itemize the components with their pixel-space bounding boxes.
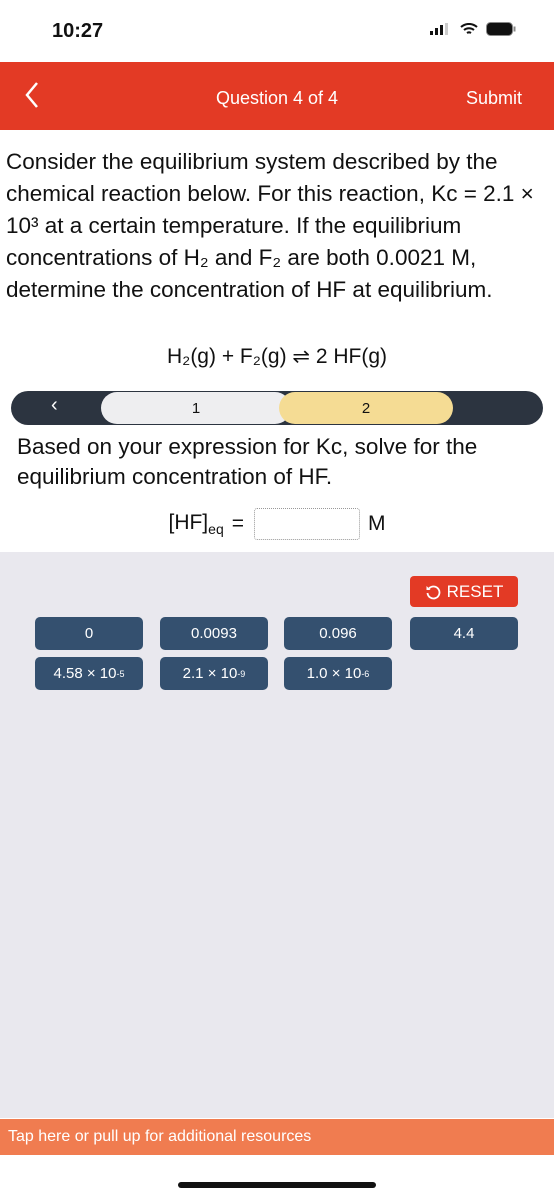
step-2-tab[interactable]: 2 — [279, 392, 453, 424]
tile-base: 4.58 × 10 — [53, 665, 117, 682]
reaction-equation: H₂(g) + F₂(g) ⇌ 2 HF(g) — [167, 345, 387, 368]
answer-tile[interactable]: 2.1 × 10 -9 — [160, 657, 268, 690]
tile-base: 2.1 × 10 — [182, 665, 238, 682]
answer-tray: RESET 0 0.0093 0.096 4.4 4.58 × 10 -5 2.1… — [0, 552, 554, 1118]
equation-lhs: [HF]eq — [168, 511, 223, 537]
step-navigator: ‹ 1 2 — [11, 391, 543, 425]
reset-button[interactable]: RESET — [410, 576, 518, 607]
answer-tile[interactable]: 0.096 — [284, 617, 392, 650]
reset-label: RESET — [446, 581, 504, 601]
status-time: 10:27 — [52, 20, 104, 42]
resources-drawer[interactable]: Tap here or pull up for additional resou… — [0, 1119, 554, 1155]
submit-button[interactable]: Submit — [466, 88, 522, 109]
wifi-icon — [460, 22, 478, 34]
instruction-text: Based on your expression for Kc, solve f… — [17, 434, 478, 489]
equation-lhs-text: [HF] — [168, 510, 209, 534]
tile-exponent: -5 — [116, 668, 125, 679]
signal-icon — [430, 23, 448, 35]
answer-tile[interactable]: 1.0 × 10 -6 — [284, 657, 392, 690]
tile-exponent: -6 — [361, 668, 370, 679]
header-bar: Question 4 of 4 Submit — [0, 62, 554, 130]
battery-icon — [486, 22, 516, 36]
undo-icon — [426, 585, 440, 599]
tile-exponent: -9 — [237, 668, 246, 679]
answer-tile[interactable]: 4.58 × 10 -5 — [35, 657, 143, 690]
step-back-button[interactable]: ‹ — [51, 394, 58, 417]
answer-tile[interactable]: 0 — [35, 617, 143, 650]
answer-drop-box[interactable] — [254, 508, 360, 540]
equals-sign: = — [231, 512, 244, 535]
answer-tile[interactable]: 4.4 — [410, 617, 518, 650]
equation-subscript: eq — [208, 521, 224, 538]
answer-tile[interactable]: 0.0093 — [160, 617, 268, 650]
home-indicator[interactable] — [178, 1182, 376, 1188]
step-1-tab[interactable]: 1 — [101, 392, 291, 424]
answer-equation: [HF]eq = M — [0, 508, 554, 540]
tile-base: 1.0 × 10 — [306, 665, 362, 682]
status-icons — [430, 22, 516, 36]
unit-label: M — [368, 512, 386, 535]
question-text: Consider the equilibrium system describe… — [6, 149, 534, 302]
